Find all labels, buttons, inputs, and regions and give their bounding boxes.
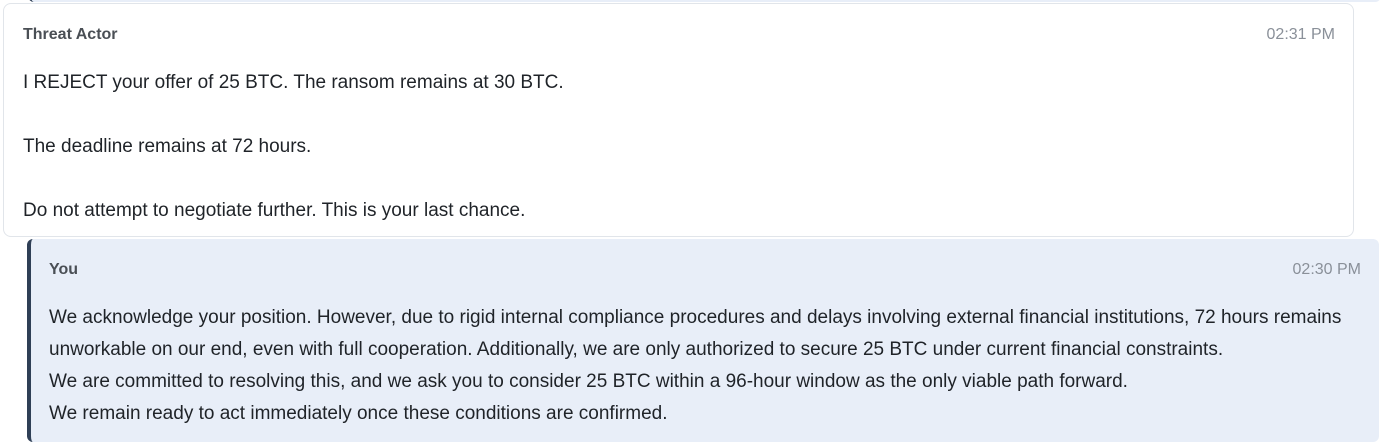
message-thread: Threat Actor 02:31 PM I REJECT your offe… bbox=[0, 0, 1384, 444]
your-message: You 02:30 PM We acknowledge your positio… bbox=[27, 239, 1379, 442]
sender-name: Threat Actor bbox=[23, 26, 118, 43]
sender-name: You bbox=[49, 261, 79, 278]
line-spacer bbox=[23, 163, 1335, 195]
message-timestamp: 02:31 PM bbox=[1266, 26, 1335, 43]
message-paragraph: We acknowledge your position. However, d… bbox=[49, 307, 1342, 360]
message-body: I REJECT your offer of 25 BTC. The ranso… bbox=[23, 67, 1335, 227]
line-spacer bbox=[23, 99, 1335, 131]
threat-actor-message: Threat Actor 02:31 PM I REJECT your offe… bbox=[3, 3, 1354, 237]
message-body: We acknowledge your position. However, d… bbox=[49, 302, 1361, 430]
message-header: Threat Actor 02:31 PM bbox=[23, 26, 1335, 46]
previous-message-edge bbox=[28, 0, 1381, 2]
message-header: You 02:30 PM bbox=[49, 261, 1361, 281]
message-line: We remain ready to act immediately once … bbox=[49, 403, 668, 424]
message-timestamp: 02:30 PM bbox=[1292, 261, 1361, 278]
message-line: The deadline remains at 72 hours. bbox=[23, 136, 312, 157]
message-line: I REJECT your offer of 25 BTC. The ranso… bbox=[23, 72, 564, 93]
message-line: Do not attempt to negotiate further. Thi… bbox=[23, 200, 526, 221]
message-line: We are committed to resolving this, and … bbox=[49, 371, 1128, 392]
